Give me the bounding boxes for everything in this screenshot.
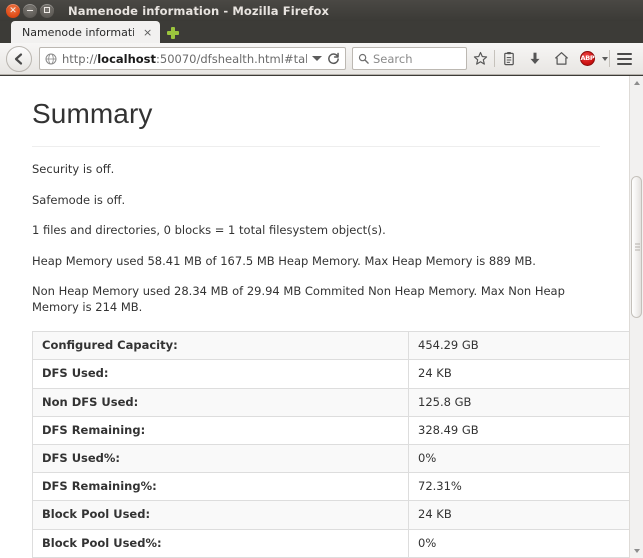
table-row: DFS Used%: 0%	[32, 443, 637, 473]
summary-paragraph: Security is off.	[32, 162, 115, 176]
scrollbar-thumb[interactable]	[631, 176, 642, 318]
tab-strip: Namenode information ×	[0, 21, 643, 43]
summary-value-cell: 454.29 GB	[418, 338, 479, 353]
page-content: Summary Security is off. Safemode is off.…	[0, 98, 637, 558]
page-scrollbar[interactable]	[629, 76, 643, 558]
table-row: DFS Remaining: 328.49 GB	[32, 415, 637, 445]
scrollbar-down-arrow-icon[interactable]	[630, 544, 643, 558]
adblock-plus-icon[interactable]: ABP	[574, 46, 600, 72]
table-row: Block Pool Used: 24 KB	[32, 500, 637, 530]
scrollbar-grip	[635, 242, 640, 253]
summary-paragraph: Safemode is off.	[32, 192, 126, 207]
summary-key-cell: DFS Remaining%:	[32, 472, 409, 501]
url-bar[interactable]: http://localhost:50070/dfshealth.html#ta…	[39, 47, 346, 70]
summary-key-cell: DFS Used%:	[32, 443, 409, 473]
url-dropdown-icon[interactable]	[312, 56, 322, 61]
window-maximize-button[interactable]	[40, 3, 54, 18]
summary-table: Configured Capacity: 454.29 GB DFS Used: 24…	[32, 331, 637, 558]
summary-value-cell: 328.49 GB	[408, 415, 637, 445]
summary-key-cell: Configured Capacity:	[32, 331, 409, 360]
summary-value-cell: 24 KB	[408, 500, 637, 530]
page-title: Summary	[32, 98, 153, 129]
tab-close-icon[interactable]: ×	[143, 27, 152, 38]
library-icon[interactable]	[496, 46, 522, 72]
table-row: DFS Remaining%: 72.31%	[32, 472, 637, 501]
window-title: Namenode information - Mozilla Firefox	[68, 3, 330, 18]
title-divider	[32, 146, 600, 147]
home-icon[interactable]	[548, 46, 574, 72]
summary-table-body: Configured Capacity: 454.29 GB DFS Used: 24…	[32, 331, 637, 558]
toolbar-separator-2	[609, 50, 610, 67]
summary-value-cell: 0%	[408, 528, 637, 558]
bookmark-star-icon[interactable]	[467, 46, 493, 72]
window-titlebar: ✕ Namenode information - Mozilla Firefox	[0, 0, 643, 21]
search-placeholder: Search	[373, 51, 413, 66]
table-row: Block Pool Used%: 0%	[32, 528, 637, 558]
summary-paragraphs: Security is off. Safemode is off. 1 files …	[32, 162, 600, 315]
window-minimize-button[interactable]	[23, 3, 37, 18]
summary-paragraph: Heap Memory used 58.41 MB of 167.5 MB He…	[32, 253, 536, 268]
summary-paragraph: 1 files and directories, 0 blocks = 1 to…	[32, 223, 386, 238]
search-input[interactable]: Search	[352, 47, 467, 70]
summary-key-cell: Non DFS Used:	[32, 387, 409, 417]
summary-paragraph: Non Heap Memory used 28.34 MB of 29.94 M…	[32, 284, 565, 314]
new-tab-icon[interactable]	[163, 23, 183, 43]
back-arrow-icon	[12, 52, 26, 66]
summary-key-cell: DFS Used:	[32, 359, 409, 389]
toolbar-separator	[494, 50, 495, 67]
table-row: Configured Capacity: 454.29 GB	[32, 331, 637, 360]
summary-value-cell: 125.8 GB	[408, 387, 637, 417]
page-body: Summary Security is off. Safemode is off.…	[0, 76, 637, 558]
summary-value-cell: 24 KB	[408, 359, 637, 389]
browser-window: ✕ Namenode information - Mozilla Firefox…	[0, 0, 643, 558]
search-icon	[358, 49, 369, 68]
window-close-button[interactable]: ✕	[6, 3, 20, 18]
summary-key-cell: Block Pool Used%:	[32, 528, 409, 558]
reload-icon[interactable]	[327, 52, 340, 65]
tab-label: Namenode information	[22, 25, 134, 39]
globe-icon	[45, 53, 57, 65]
table-row: DFS Used: 24 KB	[32, 359, 637, 389]
downloads-icon[interactable]	[522, 46, 548, 72]
back-button[interactable]	[6, 45, 32, 72]
page-viewport: Summary Security is off. Safemode is off.…	[0, 76, 643, 558]
summary-key-cell: DFS Remaining:	[32, 415, 409, 445]
tab-namenode-information[interactable]: Namenode information ×	[11, 21, 161, 43]
url-text: http://localhost:50070/dfshealth.html#ta…	[62, 51, 307, 66]
menu-icon[interactable]	[611, 46, 637, 72]
navigation-toolbar: http://localhost:50070/dfshealth.html#ta…	[0, 43, 643, 75]
summary-key-cell: Block Pool Used:	[32, 500, 409, 530]
summary-value-cell: 0%	[408, 443, 637, 473]
summary-value-cell: 72.31%	[408, 472, 637, 501]
scrollbar-up-arrow-icon[interactable]	[630, 76, 643, 90]
adblock-dropdown-icon[interactable]	[602, 56, 608, 61]
table-row: Non DFS Used: 125.8 GB	[32, 387, 637, 417]
adblock-plus-badge: ABP	[579, 51, 595, 66]
